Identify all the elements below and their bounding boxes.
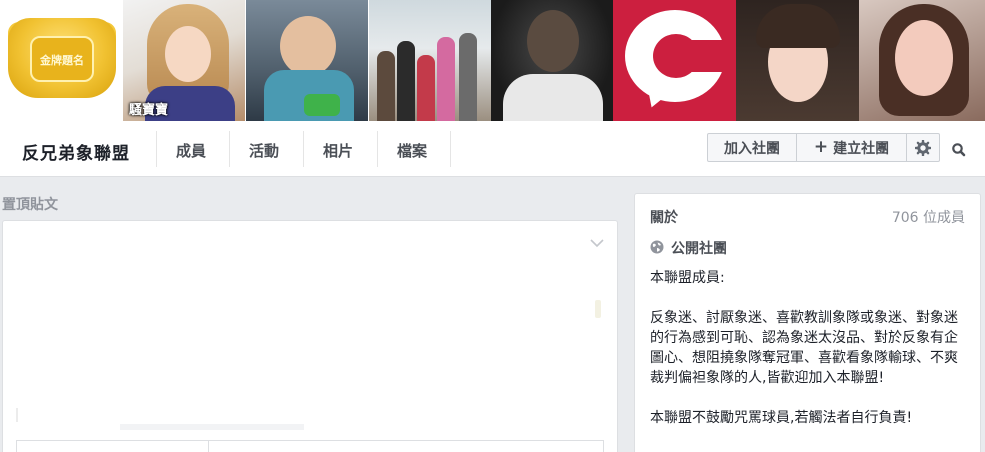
member-photo-5[interactable] [613, 0, 736, 121]
photo-person [397, 41, 415, 121]
member-photo-1[interactable]: 騷寶寶 [123, 0, 245, 121]
plus-icon: + [813, 137, 829, 157]
pinned-post-heading: 置頂貼文 [2, 197, 58, 213]
tab-members[interactable]: 成員 [176, 140, 206, 161]
photo-shirt [503, 74, 603, 121]
photo-person [437, 37, 455, 121]
chevron-down-icon[interactable] [589, 236, 605, 250]
join-group-button[interactable]: 加入社團 [707, 133, 797, 162]
nav-divider [450, 131, 451, 167]
search-icon[interactable] [949, 140, 969, 160]
pinned-post-card [2, 220, 618, 452]
post-faint-mark [595, 300, 601, 318]
photo-caption: 騷寶寶 [129, 103, 169, 118]
group-badge-photo[interactable]: 金牌題名 [0, 0, 123, 121]
about-title: 關於 [650, 210, 678, 226]
badge-text: 金牌題名 [40, 54, 84, 67]
join-group-label: 加入社團 [724, 140, 780, 157]
member-photo-2[interactable] [246, 0, 368, 121]
nav-divider [229, 131, 230, 167]
photo-face [280, 16, 336, 76]
photo-person [417, 55, 435, 121]
group-privacy-label: 公開社團 [671, 241, 727, 257]
member-photo-7[interactable] [859, 0, 985, 121]
member-photo-3[interactable] [369, 0, 491, 121]
description-paragraph: 本聯盟不鼓勵咒罵球員,若觸法者自行負責! [650, 410, 913, 426]
cover-photo-strip: 金牌題名 騷寶寶 [0, 0, 985, 121]
logo-cut [683, 40, 727, 72]
create-group-label: 建立社團 [833, 140, 890, 157]
gear-icon [915, 139, 931, 156]
attachment-divider [208, 441, 209, 452]
member-count-link[interactable]: 706 位成員 [892, 207, 965, 227]
nav-divider [377, 131, 378, 167]
photo-head [527, 10, 579, 72]
create-group-button[interactable]: + 建立社團 [796, 133, 907, 162]
tab-events[interactable]: 活動 [249, 140, 279, 161]
photo-face [165, 26, 211, 82]
group-description: 本聯盟成員: 反象迷、討厭象迷、喜歡教訓象隊或象迷、對象迷的行為感到可恥、認為象… [650, 268, 968, 448]
photo-cup [304, 94, 340, 116]
member-photo-6[interactable] [736, 0, 859, 121]
description-paragraph: 本聯盟成員: [650, 270, 725, 286]
photo-person [459, 33, 477, 121]
group-title[interactable]: 反兄弟象聯盟 [22, 139, 130, 164]
tab-photos[interactable]: 相片 [323, 140, 353, 161]
tab-files[interactable]: 檔案 [397, 140, 427, 161]
group-nav-bar: 反兄弟象聯盟 成員 活動 相片 檔案 加入社團 + 建立社團 [0, 121, 985, 177]
member-photo-4[interactable] [491, 0, 613, 121]
settings-button[interactable] [906, 133, 940, 162]
post-attachment-table [16, 440, 604, 452]
nav-divider [156, 131, 157, 167]
globe-icon [650, 240, 664, 254]
photo-face [895, 20, 953, 96]
post-faint-line [120, 424, 304, 430]
post-faint-line [16, 408, 18, 422]
description-paragraph: 反象迷、討厭象迷、喜歡教訓象隊或象迷、對象迷的行為感到可恥、認為象迷太沒品、對於… [650, 310, 958, 386]
nav-divider [303, 131, 304, 167]
photo-person [377, 51, 395, 121]
photo-hair [756, 4, 840, 48]
